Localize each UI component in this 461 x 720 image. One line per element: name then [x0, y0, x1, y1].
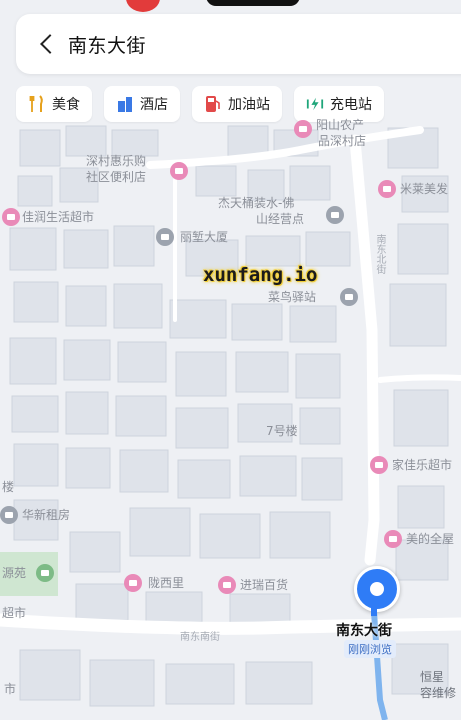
- shop-icon[interactable]: [370, 456, 388, 474]
- poi-label-lijian: 丽堑大厦: [180, 230, 229, 244]
- poi-label-hengxing-2: 容维修: [420, 686, 457, 700]
- shop-icon[interactable]: [294, 120, 312, 138]
- place-icon[interactable]: [326, 206, 344, 224]
- poi-label-jietian-1: 杰天桶装水-佛: [218, 196, 295, 210]
- poi-label-shencun-2: 社区便利店: [86, 170, 147, 184]
- poi-label-yangshan-2: 品深村店: [318, 134, 367, 148]
- hotel-icon: [116, 95, 134, 113]
- poi-label-chaoshi: 超市: [2, 606, 27, 620]
- shop-icon[interactable]: [170, 162, 188, 180]
- back-arrow-icon[interactable]: [38, 34, 58, 54]
- food-icon: [28, 95, 46, 113]
- gas-station-icon: [204, 95, 222, 113]
- poi-label-shi: 市: [4, 682, 17, 696]
- poi-label-cainiao: 菜鸟驿站: [268, 290, 317, 304]
- poi-label-mili: 米莱美发: [400, 182, 449, 196]
- salon-icon[interactable]: [378, 180, 396, 198]
- poi-label-lou: 楼: [2, 480, 15, 494]
- location-pin-icon[interactable]: [354, 566, 400, 612]
- category-chips: 美食 酒店 加油站 充电站: [16, 86, 384, 122]
- park-icon[interactable]: [36, 564, 54, 582]
- poi-label-shencun-1: 深村惠乐购: [86, 154, 147, 168]
- shop-icon[interactable]: [218, 576, 236, 594]
- watermark: xunfang.io: [203, 264, 318, 286]
- poi-label-longxi: 陇西里: [148, 576, 185, 590]
- building-icon[interactable]: [156, 228, 174, 246]
- chip-charging[interactable]: 充电站: [294, 86, 384, 122]
- poi-label-hengxing-1: 恒星: [420, 670, 445, 684]
- pin-subtitle: 刚刚浏览: [344, 640, 396, 658]
- device-notch: [206, 0, 300, 6]
- chip-hotel-label: 酒店: [140, 97, 168, 113]
- chip-food-label: 美食: [52, 97, 80, 113]
- chip-charging-label: 充电站: [330, 97, 372, 113]
- pin-title[interactable]: 南东大街: [336, 620, 392, 640]
- shop-icon[interactable]: [384, 530, 402, 548]
- poi-label-jiarun: 佳润生活超市: [22, 210, 95, 224]
- poi-label-jietian-2: 山经营点: [256, 212, 305, 226]
- chip-gas[interactable]: 加油站: [192, 86, 282, 122]
- chip-hotel[interactable]: 酒店: [104, 86, 180, 122]
- star-icon[interactable]: [124, 574, 142, 592]
- place-icon[interactable]: [340, 288, 358, 306]
- poi-label-7hao: 7号楼: [266, 424, 298, 438]
- search-text[interactable]: 南东大街: [68, 31, 146, 58]
- poi-label-huaxin: 华新租房: [22, 508, 71, 522]
- poi-label-meide: 美的全屋: [406, 532, 455, 546]
- search-bar[interactable]: 南东大街: [16, 14, 461, 74]
- poi-label-yangshan-1: 阳山农产: [316, 118, 365, 132]
- poi-label-jinrui: 进瑞百货: [240, 578, 289, 592]
- place-icon[interactable]: [0, 506, 18, 524]
- charging-station-icon: [306, 95, 324, 113]
- chip-gas-label: 加油站: [228, 97, 270, 113]
- road-label-south: 南东南街: [180, 632, 220, 643]
- chip-food[interactable]: 美食: [16, 86, 92, 122]
- road-label-nandong: 南东北街: [374, 234, 385, 274]
- shop-icon[interactable]: [2, 208, 20, 226]
- poi-label-jiajiale: 家佳乐超市: [392, 458, 453, 472]
- poi-label-yuan: 源苑: [2, 566, 27, 580]
- location-pin-tail: [371, 606, 377, 616]
